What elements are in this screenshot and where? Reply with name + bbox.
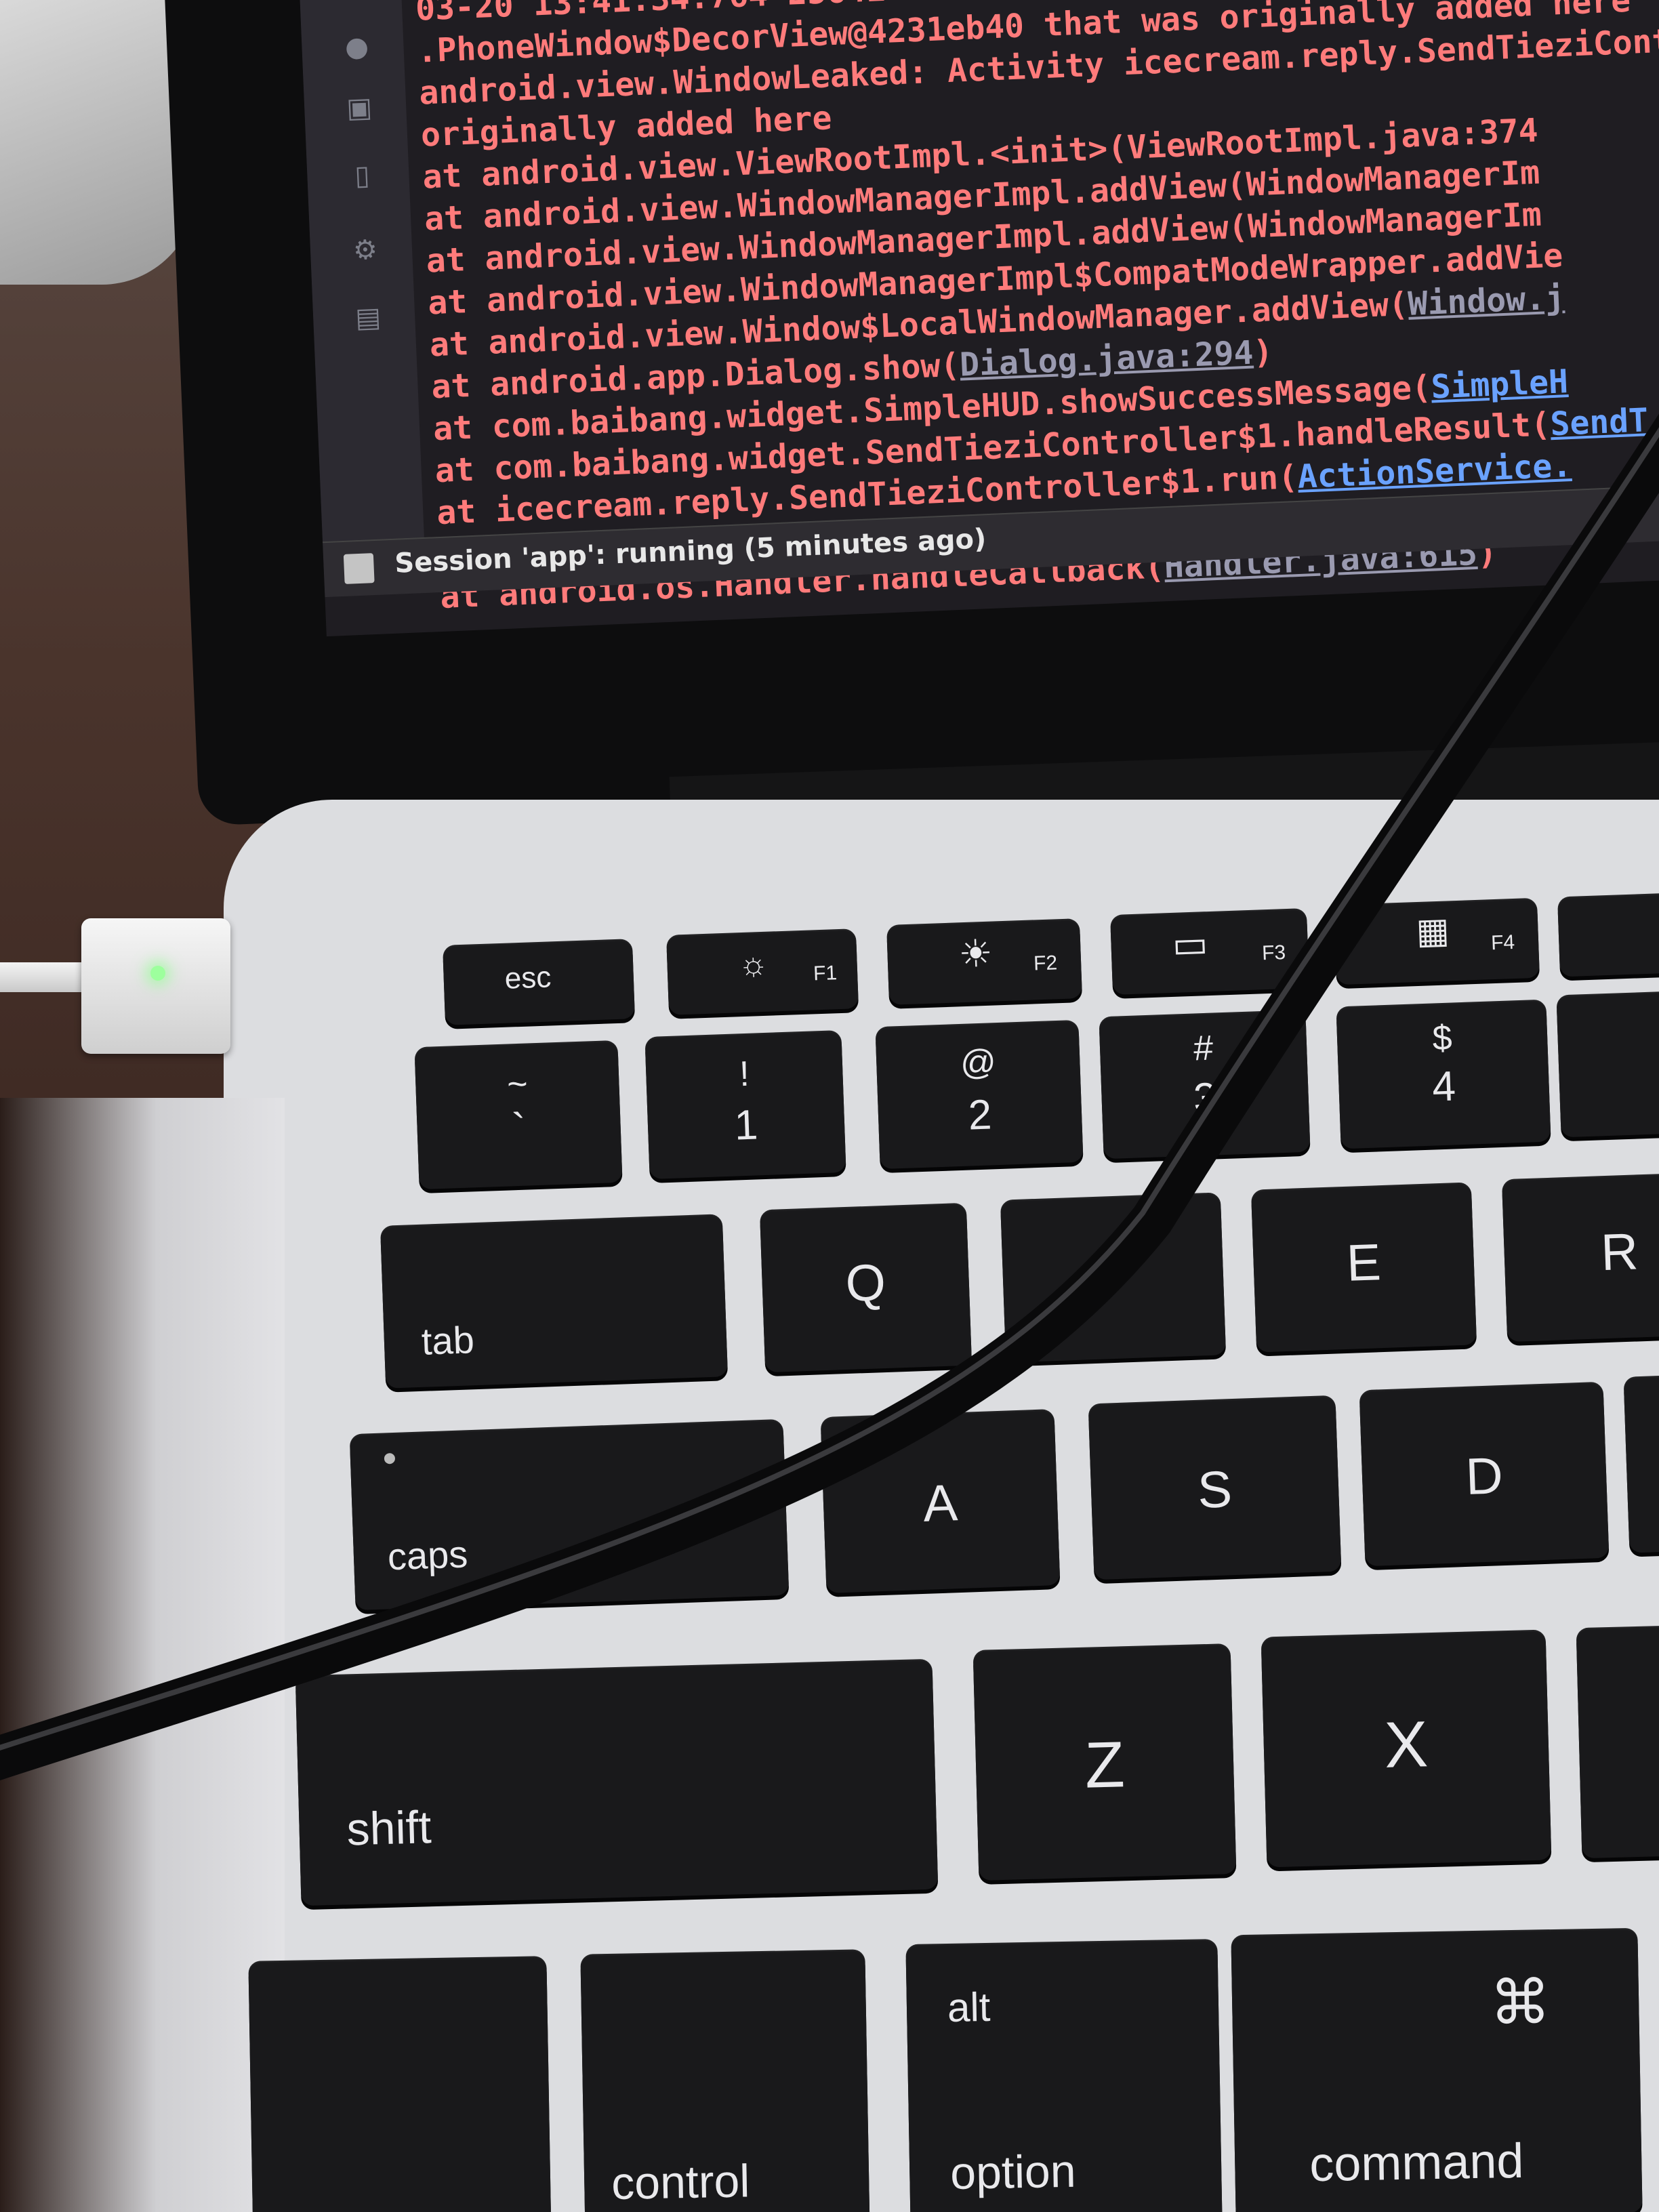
key-w[interactable] bbox=[1000, 1192, 1227, 1363]
command-icon: ⌘ bbox=[1489, 1969, 1552, 2038]
key-d[interactable]: D bbox=[1359, 1381, 1610, 1567]
key-fn[interactable] bbox=[248, 1956, 552, 2212]
key-4[interactable]: $ 4 bbox=[1336, 999, 1551, 1149]
record-icon[interactable]: ● bbox=[341, 31, 373, 64]
source-link[interactable]: SendT bbox=[1549, 401, 1649, 443]
key-r[interactable]: R bbox=[1501, 1172, 1659, 1343]
deck-edge bbox=[0, 1098, 285, 2212]
key-e[interactable]: E bbox=[1250, 1182, 1477, 1353]
code-suffix: ) bbox=[1252, 333, 1274, 372]
settings-icon[interactable]: ⚙ bbox=[349, 234, 382, 266]
key-control[interactable]: control bbox=[580, 1949, 870, 2212]
key-f3[interactable]: ▭ F3 bbox=[1110, 907, 1309, 996]
terminal-icon[interactable]: ▤ bbox=[352, 302, 384, 334]
phone-icon[interactable]: ▯ bbox=[346, 159, 379, 192]
source-link[interactable]: SimpleH bbox=[1431, 363, 1569, 406]
key-a[interactable]: A bbox=[820, 1409, 1061, 1593]
caps-indicator bbox=[384, 1452, 396, 1465]
status-icon bbox=[343, 553, 375, 584]
key-x[interactable]: X bbox=[1261, 1629, 1552, 1868]
key-command[interactable]: ⌘ command bbox=[1231, 1927, 1643, 2212]
key-f5[interactable] bbox=[1557, 892, 1659, 977]
photo-scene: ⌕ ● ▣ ▯ ⚙ ▤ 03-20 13:41:34.764 25641-256… bbox=[0, 0, 1659, 2212]
key-caps-lock[interactable]: caps bbox=[349, 1418, 790, 1611]
key-2[interactable]: @ 2 bbox=[875, 1019, 1084, 1170]
key-5[interactable] bbox=[1556, 990, 1659, 1138]
key-f4[interactable]: ▦ F4 bbox=[1334, 897, 1540, 985]
key-tilde[interactable]: ~ ` bbox=[414, 1040, 623, 1190]
key-esc[interactable]: esc bbox=[443, 939, 635, 1025]
key-tab[interactable]: tab bbox=[380, 1214, 729, 1389]
launchpad-icon: ▦ bbox=[1415, 911, 1450, 952]
brightness-up-icon: ☀ bbox=[958, 931, 994, 976]
key-shift[interactable]: shift bbox=[295, 1658, 939, 1906]
mission-control-icon: ▭ bbox=[1171, 922, 1209, 966]
brightness-down-icon: ☼ bbox=[737, 945, 769, 983]
magsafe-connector bbox=[81, 918, 230, 1054]
key-c[interactable] bbox=[1576, 1624, 1659, 1859]
laptop-screen: ⌕ ● ▣ ▯ ⚙ ▤ 03-20 13:41:34.764 25641-256… bbox=[298, 0, 1659, 637]
key-option[interactable]: alt option bbox=[905, 1939, 1223, 2212]
camera-icon[interactable]: ▣ bbox=[343, 91, 375, 125]
source-link[interactable]: Window.j bbox=[1407, 279, 1565, 323]
key-3[interactable]: # 3 bbox=[1099, 1009, 1311, 1160]
key-f2[interactable]: ☀ F2 bbox=[886, 918, 1082, 1005]
key-q[interactable]: Q bbox=[759, 1202, 972, 1373]
key-s[interactable]: S bbox=[1088, 1395, 1342, 1580]
charging-led bbox=[150, 966, 165, 981]
key-z[interactable]: Z bbox=[972, 1643, 1237, 1881]
key-f[interactable] bbox=[1623, 1374, 1659, 1553]
key-1[interactable]: ! 1 bbox=[644, 1030, 846, 1179]
key-f1[interactable]: ☼ F1 bbox=[666, 928, 859, 1015]
